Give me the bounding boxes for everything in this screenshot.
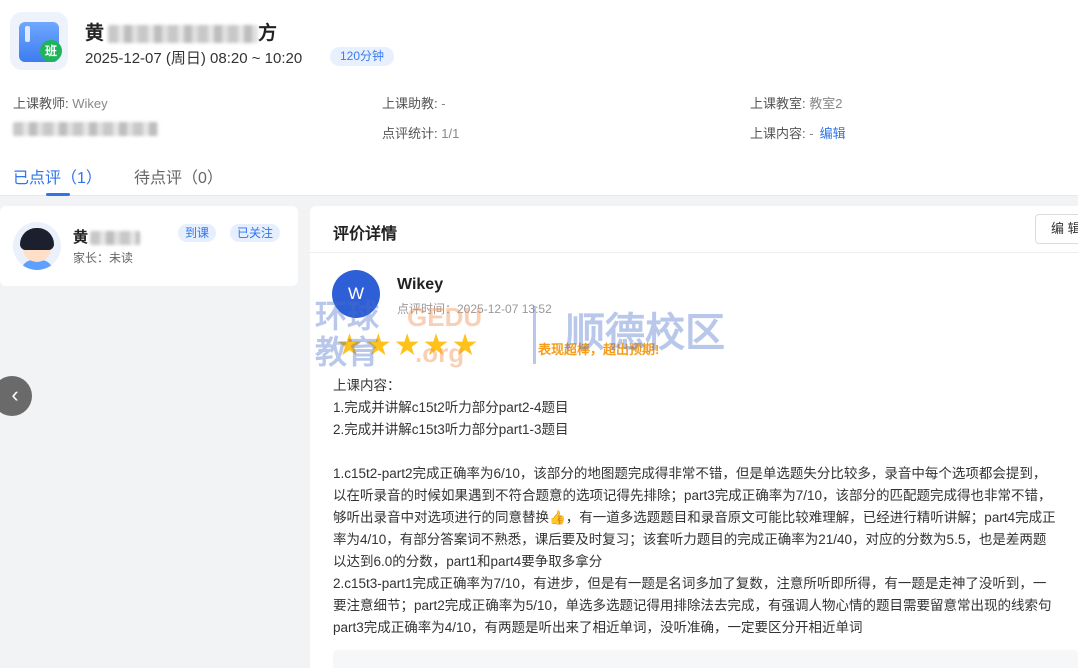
- review-content: 上课内容： 1.完成并讲解c15t2听力部分part2-4题目 2.完成并讲解c…: [333, 375, 1078, 665]
- review-line: part3完成正确率为4/10，有两题是听出来了相近单词，没听准确，一定要区分开…: [333, 620, 863, 635]
- class-title-prefix: 黄: [85, 23, 105, 44]
- avatar-hair: [20, 228, 54, 250]
- assistant-info: 上课助教: -: [382, 93, 446, 112]
- redacted-student-name: [90, 231, 141, 246]
- review-line: 2.c15t3-part1完成正确率为7/10，有进步，但是有一题是名词多加了复…: [333, 576, 1047, 591]
- review-tabs: 已点评（1） 待点评（0）: [0, 160, 1078, 196]
- student-name: 黄: [73, 226, 141, 247]
- class-badge: 班: [40, 40, 62, 62]
- content-edit-link[interactable]: 编辑: [820, 126, 846, 141]
- tab-reviewed[interactable]: 已点评（1）: [13, 164, 102, 188]
- detail-divider: [310, 252, 1078, 253]
- review-line: 上课内容：: [333, 378, 401, 393]
- follow-tag: 已关注: [230, 224, 281, 242]
- stats-value: 1/1: [441, 126, 460, 141]
- duration-badge: 120分钟: [330, 47, 395, 66]
- content-value: -: [809, 126, 814, 141]
- review-line: 要注意细节；part2完成正确率为5/10，单选多选题记得用排除法去完成，有强调…: [333, 598, 1052, 613]
- teacher-value: Wikey: [72, 96, 108, 111]
- reviewer-name: Wikey: [397, 276, 444, 293]
- review-line: 率为4/10，有部分答案词不熟悉，课后要及时复习；该套听力题目的完成正确率为21…: [333, 532, 1047, 547]
- room-value: 教室2: [809, 96, 843, 111]
- redacted-info: [13, 122, 158, 136]
- class-header: 班 黄方 2025-12-07 (周日) 08:20 ~ 10:20 120分钟…: [0, 0, 1078, 196]
- room-label: 上课教室:: [750, 96, 806, 111]
- content-info: 上课内容: - 编辑: [750, 123, 846, 142]
- review-line: 2.完成并讲解c15t3听力部分part1-3题目: [333, 422, 569, 437]
- student-avatar: [13, 222, 61, 270]
- student-card[interactable]: [0, 206, 298, 286]
- attend-tag: 到课: [178, 224, 217, 242]
- teacher-label: 上课教师:: [13, 96, 69, 111]
- content-label: 上课内容:: [750, 126, 806, 141]
- class-title: 黄方: [85, 18, 277, 45]
- star-rating: ★★★★★: [336, 329, 481, 362]
- review-line-blank: [333, 441, 1078, 463]
- bottom-strip: [333, 650, 1078, 668]
- room-info: 上课教室: 教室2: [750, 93, 842, 112]
- parent-read-status: 家长：未读: [73, 251, 134, 265]
- review-line: 以在听录音的时候如果遇到不符合题意的选项记得先排除；part3完成正确率为7/1…: [333, 488, 1052, 503]
- review-line: 1.完成并讲解c15t2听力部分part2-4题目: [333, 400, 569, 415]
- class-title-suffix: 方: [258, 23, 278, 44]
- rating-text: 表现超棒，超出预期!: [538, 342, 660, 357]
- reviewer-avatar: W: [332, 270, 380, 318]
- detail-title: 评价详情: [333, 226, 398, 243]
- teacher-info: 上课教师: Wikey: [13, 93, 108, 112]
- stats-label: 点评统计:: [382, 126, 438, 141]
- review-time: 点评时间：2025-12-07 13:52: [397, 302, 552, 316]
- edit-review-button[interactable]: 编 辑: [1035, 214, 1078, 244]
- assistant-value: -: [441, 96, 446, 111]
- review-line: 1.c15t2-part2完成正确率为6/10，该部分的地图题完成得非常不错，但…: [333, 466, 1047, 481]
- chevron-left-icon: ‹: [11, 382, 19, 407]
- tab-pending[interactable]: 待点评（0）: [134, 164, 223, 188]
- review-line: 以达到6.0的分数，part1和part4要争取多拿分: [333, 554, 603, 569]
- student-name-prefix: 黄: [73, 229, 89, 246]
- review-line: 够听出录音中对选项进行的同意替换👍，有一道多选题题目和录音原文可能比较难理解，已…: [333, 510, 1056, 525]
- stats-info: 点评统计: 1/1: [382, 123, 459, 142]
- assistant-label: 上课助教:: [382, 96, 438, 111]
- class-time: 2025-12-07 (周日) 08:20 ~ 10:20: [85, 50, 303, 67]
- class-book-icon: 班: [10, 12, 68, 70]
- redacted-title: [108, 24, 259, 43]
